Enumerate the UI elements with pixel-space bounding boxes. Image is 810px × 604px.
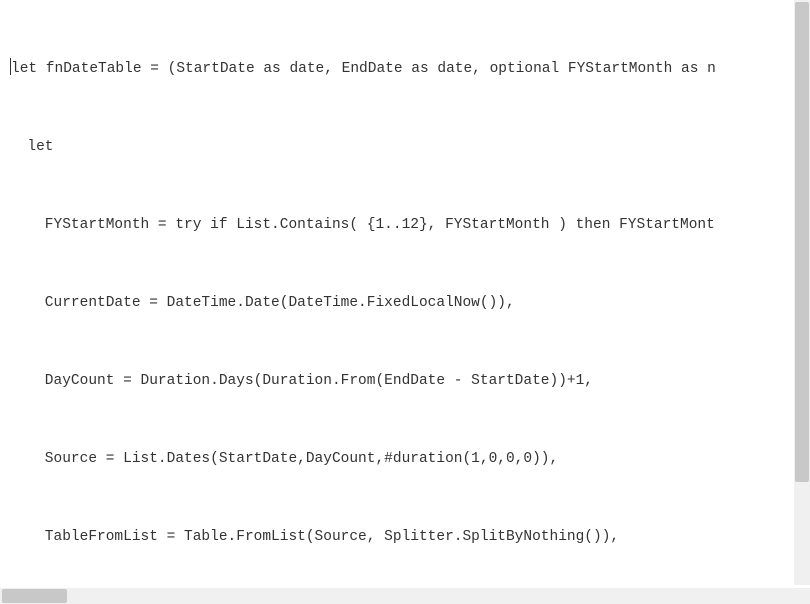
code-text: CurrentDate = DateTime.Date(DateTime.Fix… [10,295,515,311]
horizontal-scrollbar[interactable] [0,588,794,604]
code-line[interactable]: let fnDateTable = (StartDate as date, En… [10,56,810,82]
code-line[interactable]: TableFromList = Table.FromList(Source, S… [10,524,810,550]
code-line[interactable]: CurrentDate = DateTime.Date(DateTime.Fix… [10,290,810,316]
code-line[interactable]: DayCount = Duration.Days(Duration.From(E… [10,368,810,394]
code-text: let [10,139,54,155]
vertical-scrollbar-thumb[interactable] [795,2,809,482]
code-line[interactable]: FYStartMonth = try if List.Contains( {1.… [10,212,810,238]
code-line[interactable]: let [10,134,810,160]
code-text: TableFromList = Table.FromList(Source, S… [10,529,619,545]
code-text: let fnDateTable = (StartDate as date, En… [11,61,716,77]
code-text: DayCount = Duration.Days(Duration.From(E… [10,373,593,389]
vertical-scrollbar[interactable] [794,0,810,585]
code-text: FYStartMonth = try if List.Contains( {1.… [10,217,715,233]
code-editor[interactable]: let fnDateTable = (StartDate as date, En… [0,0,810,585]
code-line[interactable]: Source = List.Dates(StartDate,DayCount,#… [10,446,810,472]
scrollbar-corner [794,588,810,604]
code-text: Source = List.Dates(StartDate,DayCount,#… [10,451,558,467]
horizontal-scrollbar-thumb[interactable] [2,589,67,603]
